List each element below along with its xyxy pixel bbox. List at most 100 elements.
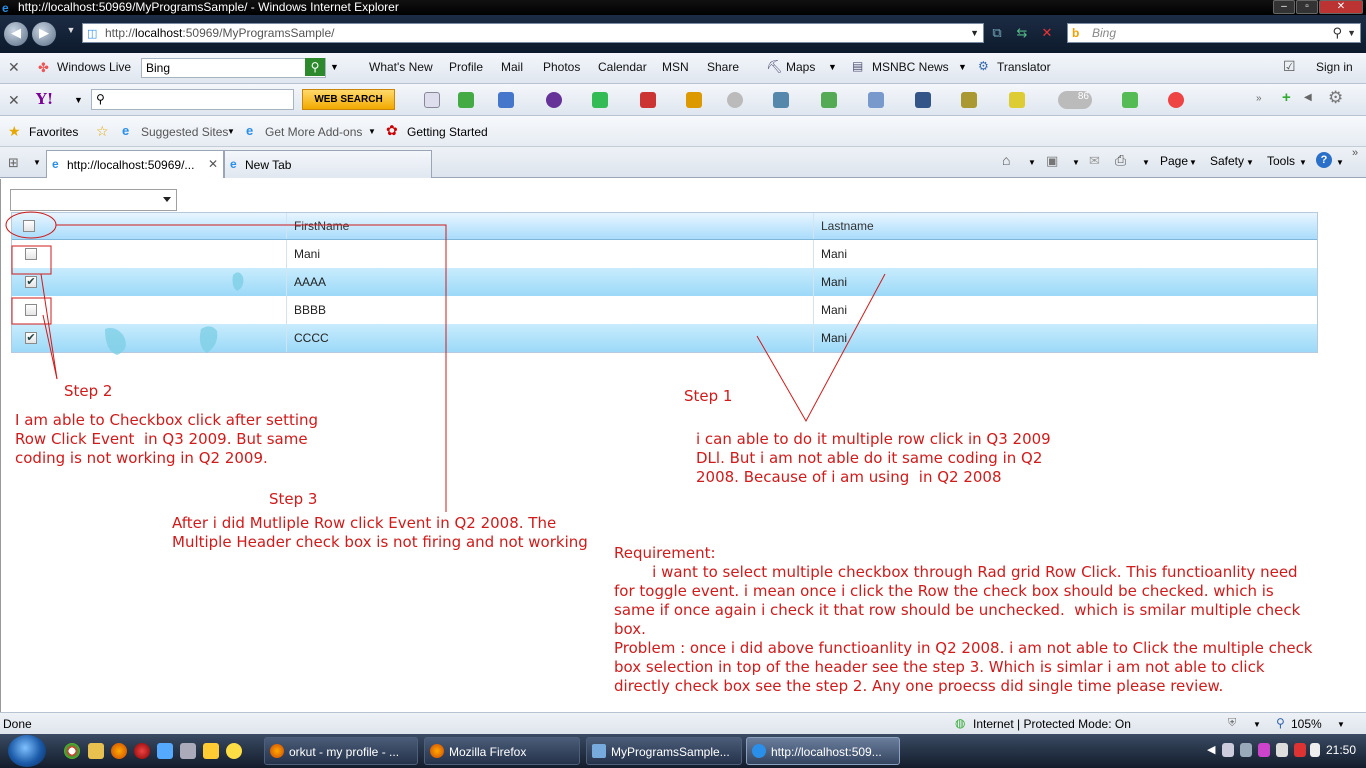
taskbar-firefox[interactable]: Mozilla Firefox [424,737,580,765]
more-tools-icon[interactable]: » [1256,93,1262,104]
help-icon[interactable]: ? [1316,152,1332,168]
page-menu-dropdown-icon[interactable]: ▼ [1189,158,1197,167]
taskbar-orkut[interactable]: orkut - my profile - ... [264,737,418,765]
more-commands-icon[interactable]: » [1352,147,1358,159]
messenger-icon[interactable] [226,743,242,759]
msnbc-dropdown-icon[interactable]: ▼ [958,62,967,72]
tab-new-tab[interactable]: e New Tab [224,150,432,178]
link-profile[interactable]: Profile [449,60,483,74]
yahoo-tool-icon-10[interactable] [961,92,977,108]
start-button[interactable] [8,735,46,767]
link-translator[interactable]: Translator [997,60,1051,74]
tab-list-dropdown-icon[interactable]: ▼ [33,158,41,167]
help-dropdown-icon[interactable]: ▼ [1336,158,1344,167]
back-button[interactable]: ◀ [4,22,28,46]
favorites-button[interactable]: Favorites [29,125,78,139]
media-player-icon[interactable] [203,743,219,759]
yahoo-tool-icon-1[interactable] [424,92,440,108]
yahoo-games-icon[interactable] [640,92,656,108]
minimize-button[interactable]: – [1273,0,1295,14]
media-icon[interactable] [134,743,150,759]
home-icon[interactable]: ⌂ [1002,152,1010,168]
get-more-addons-link[interactable]: Get More Add-ons [265,125,362,139]
close-toolbar-icon[interactable]: ✕ [8,59,20,76]
show-hidden-icons[interactable]: ◀ [1207,743,1215,756]
firefox-quick-icon[interactable] [111,743,127,759]
weather-icon[interactable]: 86 [1058,91,1092,109]
link-msn[interactable]: MSN [662,60,689,74]
yahoo-mail-icon[interactable] [498,92,514,108]
tab-localhost[interactable]: e http://localhost:50969/... ✕ [46,150,224,178]
desktop-icon[interactable] [157,743,173,759]
refresh-icon[interactable]: ⇆ [1013,25,1031,43]
toolbar-options-icon[interactable]: ☑ [1283,58,1296,75]
gear-icon[interactable]: ⚙ [1328,88,1343,108]
yahoo-tool-icon-3[interactable] [592,92,608,108]
maps-dropdown-icon[interactable]: ▼ [828,62,837,72]
address-dropdown-icon[interactable]: ▼ [970,28,979,38]
safety-menu-dropdown-icon[interactable]: ▼ [1246,158,1254,167]
read-mail-icon[interactable]: ✉ [1089,153,1100,169]
taskbar-ie[interactable]: http://localhost:509... [746,737,900,765]
yahoo-tool-icon-8[interactable] [868,92,884,108]
yahoo-tool-icon-11[interactable] [1009,92,1025,108]
zone-dropdown-icon[interactable]: ▼ [1253,720,1261,729]
quick-tabs-icon[interactable]: ⊞ [8,155,19,171]
my-yahoo-icon[interactable] [546,92,562,108]
tray-icon-3[interactable] [1258,743,1270,757]
recent-pages-icon[interactable]: ▼ [62,25,80,43]
yahoo-tool-icon-6[interactable] [773,92,789,108]
yahoo-tool-icon-12[interactable] [1122,92,1138,108]
address-input[interactable]: ◫ http://localhost:50969/MyProgramsSampl… [82,23,984,43]
yahoo-tool-icon-2[interactable] [458,92,474,108]
safety-menu[interactable]: Safety [1210,154,1244,168]
add-to-favorites-icon[interactable]: ☆ [96,123,109,140]
flickr-icon[interactable] [1168,92,1184,108]
link-whats-new[interactable]: What's New [369,60,433,74]
compatibility-view-icon[interactable]: ⧉ [988,25,1006,43]
live-search-input[interactable]: Bing [141,58,326,78]
search-input[interactable]: b Bing ⚲ ▼ [1067,23,1361,43]
network-icon[interactable] [1276,743,1288,757]
yahoo-tool-icon-9[interactable] [915,92,931,108]
close-window-button[interactable]: ✕ [1319,0,1363,14]
yahoo-search-input[interactable]: ⚲ [91,89,294,110]
link-msnbc-news[interactable]: MSNBC News [872,60,949,74]
windows-live-brand[interactable]: Windows Live [57,60,131,74]
chrome-icon[interactable] [64,743,80,759]
tools-menu[interactable]: Tools [1267,154,1295,168]
close-tab-icon[interactable]: ✕ [208,157,218,171]
protected-mode-icon[interactable]: ⛨ [1228,717,1236,730]
link-mail[interactable]: Mail [501,60,523,74]
yahoo-tool-icon-7[interactable] [821,92,837,108]
close-yahoo-toolbar-icon[interactable]: ✕ [8,92,20,109]
print-dropdown-icon[interactable]: ▼ [1142,158,1150,167]
tray-icon-1[interactable] [1222,743,1234,757]
link-share[interactable]: Share [707,60,739,74]
tray-icon-2[interactable] [1240,743,1252,757]
home-dropdown-icon[interactable]: ▼ [1028,158,1036,167]
stop-icon[interactable]: ✕ [1038,25,1056,43]
antivirus-icon[interactable] [1294,743,1306,757]
forward-button[interactable]: ▶ [32,22,56,46]
folder-icon[interactable] [88,743,104,759]
clock[interactable]: 21:50 [1326,743,1356,757]
maximize-button[interactable]: ▫ [1296,0,1318,14]
tools-menu-dropdown-icon[interactable]: ▼ [1299,158,1307,167]
link-photos[interactable]: Photos [543,60,580,74]
yahoo-tool-icon-5[interactable] [727,92,743,108]
feeds-dropdown-icon[interactable]: ▼ [1072,158,1080,167]
taskbar-visual-studio[interactable]: MyProgramsSample... [586,737,742,765]
suggested-sites-link[interactable]: Suggested Sites [141,125,228,139]
zoom-level[interactable]: 105% [1291,717,1322,731]
yahoo-logo[interactable]: Y! [36,90,53,108]
live-search-dropdown-icon[interactable]: ▼ [330,62,339,72]
yahoo-menu-dropdown-icon[interactable]: ▼ [74,95,83,105]
suggested-sites-dropdown-icon[interactable]: ▼ [227,127,235,136]
web-search-button[interactable]: WEB SEARCH [302,89,395,110]
search-icon[interactable]: ⚲ [1332,25,1342,41]
getting-started-link[interactable]: Getting Started [407,125,488,139]
sign-in-link[interactable]: Sign in [1316,60,1353,74]
link-maps[interactable]: Maps [786,60,815,74]
addons-dropdown-icon[interactable]: ▼ [368,127,376,136]
